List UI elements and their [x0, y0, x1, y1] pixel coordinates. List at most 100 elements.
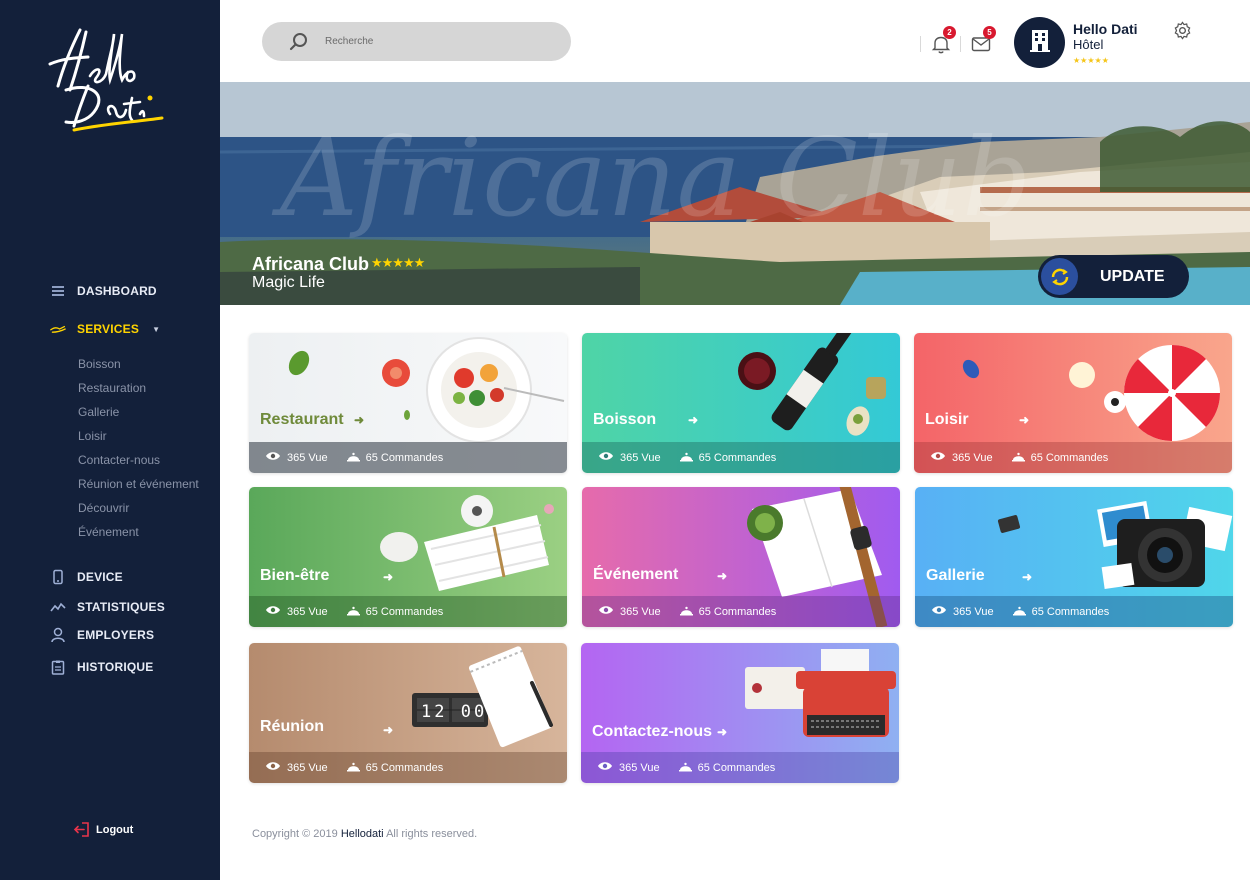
- service-card-reunion[interactable]: Réunion 12 00 ➜ 365 Vue 65 Commandes: [249, 643, 567, 783]
- card-title: Réunion: [260, 718, 324, 735]
- nav-device-label: DEVICE: [77, 570, 123, 584]
- submenu-item-gallerie[interactable]: Gallerie: [78, 404, 199, 428]
- topbar-divider: [960, 36, 961, 52]
- clipboard-icon: [50, 659, 66, 675]
- card-title: Restaurant: [260, 411, 344, 428]
- card-title: Bien-être: [260, 567, 330, 584]
- card-stats: 365 Vue 65 Commandes: [249, 596, 567, 627]
- submenu-item-restauration[interactable]: Restauration: [78, 380, 199, 404]
- hello-dati-logo[interactable]: [44, 24, 168, 136]
- arrow-right-icon: ➜: [1019, 413, 1030, 427]
- cloche-icon: [1011, 451, 1025, 465]
- submenu-item-reunion-evenement[interactable]: Réunion et événement: [78, 476, 199, 500]
- notifications-badge: 2: [943, 26, 956, 39]
- user-name: Hello Dati: [1073, 21, 1138, 37]
- envelope-icon: [971, 37, 991, 58]
- service-card-restaurant[interactable]: Restaurant ➜ 365 Vue 65 Commandes: [249, 333, 567, 473]
- service-bell-hand-icon: [50, 321, 66, 337]
- avatar[interactable]: [1014, 17, 1065, 68]
- cloche-icon: [679, 451, 693, 465]
- footer-rights: All rights reserved.: [386, 828, 478, 840]
- arrow-right-icon: ➜: [383, 723, 394, 737]
- card-views: 365 Vue: [952, 451, 993, 464]
- hotel-rating-stars: ★★★★★: [371, 255, 425, 270]
- service-card-contactez-nous[interactable]: Contactez-nous ➜ 365 Vue 65 Commandes: [581, 643, 899, 783]
- arrow-right-icon: ➜: [383, 570, 394, 584]
- top-bar: 2 5 Hello Dati Hôtel ★★★★★: [220, 0, 1250, 82]
- card-orders: 65 Commandes: [365, 451, 444, 464]
- nav-historique[interactable]: HISTORIQUE: [50, 659, 153, 675]
- logout-button[interactable]: Logout: [73, 822, 133, 837]
- cloche-icon: [346, 451, 360, 465]
- card-stats: 365 Vue 65 Commandes: [581, 752, 899, 783]
- bell-icon: [931, 36, 951, 58]
- card-stats: 365 Vue 65 Commandes: [249, 442, 567, 473]
- user-icon: [50, 627, 66, 643]
- arrow-right-icon: ➜: [1022, 570, 1033, 584]
- card-orders: 65 Commandes: [697, 761, 776, 774]
- nav-historique-label: HISTORIQUE: [77, 660, 154, 674]
- footer-copyright: Copyright © 2019: [252, 828, 338, 840]
- hotel-banner: Africana Club Africana Club ★★★★★ Magic …: [220, 82, 1250, 305]
- card-views: 365 Vue: [619, 761, 660, 774]
- submenu-item-evenement[interactable]: Événement: [78, 524, 199, 548]
- messages-badge: 5: [983, 26, 996, 39]
- service-card-boisson[interactable]: Boisson ➜ 365 Vue 65 Commandes: [582, 333, 900, 473]
- card-orders: 65 Commandes: [698, 451, 777, 464]
- card-views: 365 Vue: [620, 605, 661, 618]
- phone-icon: [50, 569, 66, 585]
- search-input[interactable]: [325, 36, 525, 47]
- sidebar: DASHBOARD SERVICES ▼ Boisson Restauratio…: [0, 0, 220, 880]
- refresh-icon: [1041, 258, 1078, 295]
- cloche-icon: [346, 761, 360, 775]
- logout-icon: [73, 822, 90, 837]
- gear-icon: [1173, 21, 1192, 44]
- service-card-gallerie[interactable]: Gallerie ➜ 365 Vue 65 Commandes: [915, 487, 1233, 627]
- cloche-icon: [679, 605, 693, 619]
- messages-button[interactable]: 5: [971, 26, 996, 54]
- notifications-button[interactable]: 2: [931, 26, 956, 54]
- eye-icon: [930, 451, 946, 464]
- update-button-label: UPDATE: [1100, 267, 1165, 285]
- nav-services[interactable]: SERVICES ▼: [50, 321, 160, 337]
- chevron-down-icon: ▼: [152, 324, 161, 334]
- submenu-item-boisson[interactable]: Boisson: [78, 356, 199, 380]
- update-button[interactable]: UPDATE: [1038, 255, 1189, 298]
- service-card-loisir[interactable]: Loisir ➜ 365 Vue 65 Commandes: [914, 333, 1232, 473]
- eye-icon: [265, 605, 281, 618]
- footer: Copyright © 2019 Hellodati All rights re…: [252, 828, 477, 840]
- submenu-item-contacter-nous[interactable]: Contacter-nous: [78, 452, 199, 476]
- card-views: 365 Vue: [620, 451, 661, 464]
- card-orders: 65 Commandes: [1031, 605, 1110, 618]
- nav-device[interactable]: DEVICE: [50, 569, 123, 585]
- eye-icon: [597, 761, 613, 774]
- submenu-item-loisir[interactable]: Loisir: [78, 428, 199, 452]
- banner-watermark: Africana Club: [280, 116, 1032, 241]
- user-type: Hôtel: [1073, 37, 1104, 52]
- service-card-bien-etre[interactable]: Bien-être ➜ 365 Vue 65 Commandes: [249, 487, 567, 627]
- flip-clock-display: 12 00: [421, 702, 488, 722]
- card-stats: 365 Vue 65 Commandes: [582, 596, 900, 627]
- settings-button[interactable]: [1173, 21, 1192, 40]
- nav-dashboard[interactable]: DASHBOARD: [50, 283, 157, 299]
- eye-icon: [265, 761, 281, 774]
- card-title: Contactez-nous: [592, 723, 712, 740]
- nav-employers[interactable]: EMPLOYERS: [50, 627, 154, 643]
- service-card-evenement[interactable]: Événement ➜ 365 Vue 65 Commandes: [582, 487, 900, 627]
- eye-icon: [598, 605, 614, 618]
- hotel-building-icon: [1027, 27, 1053, 58]
- search-box[interactable]: [262, 22, 571, 61]
- chart-line-icon: [50, 599, 66, 615]
- cloche-icon: [678, 761, 692, 775]
- eye-icon: [598, 451, 614, 464]
- card-stats: 365 Vue 65 Commandes: [582, 442, 900, 473]
- card-title: Gallerie: [926, 567, 985, 584]
- arrow-right-icon: ➜: [717, 569, 728, 583]
- card-title: Événement: [593, 566, 679, 583]
- footer-brand-link[interactable]: Hellodati: [341, 828, 384, 840]
- hotel-title: Africana Club: [252, 254, 370, 274]
- nav-statistiques-label: STATISTIQUES: [77, 600, 165, 614]
- submenu-item-decouvrir[interactable]: Découvrir: [78, 500, 199, 524]
- card-views: 365 Vue: [287, 605, 328, 618]
- nav-statistiques[interactable]: STATISTIQUES: [50, 599, 165, 615]
